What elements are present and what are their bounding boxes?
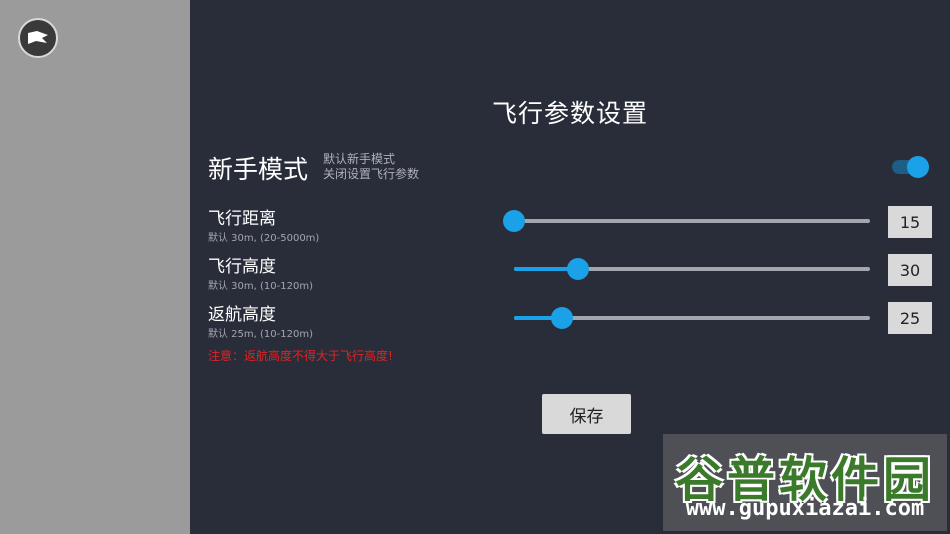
return-height-value[interactable]: 25 — [888, 302, 932, 334]
page-title: 飞行参数设置 — [491, 99, 648, 128]
save-button[interactable]: 保存 — [542, 394, 631, 434]
height-warning-text: 注意：返航高度不得大于飞行高度! — [208, 349, 393, 363]
watermark: 谷普软件园 www.gupuxiazai.com — [663, 434, 947, 531]
return-height-slider[interactable] — [508, 306, 870, 330]
watermark-url: www.gupuxiazai.com — [685, 496, 925, 521]
beginner-mode-label: 新手模式 — [208, 155, 309, 184]
flag-back-icon — [28, 31, 48, 44]
beginner-mode-description: 默认新手模式 关闭设置飞行参数 — [323, 152, 419, 182]
left-sidebar — [0, 0, 190, 534]
beginner-mode-desc-line1: 默认新手模式 — [323, 152, 396, 166]
flight-height-value[interactable]: 30 — [888, 254, 932, 286]
flight-height-slider[interactable] — [508, 257, 870, 281]
flight-distance-hint: 默认 30m, (20-5000m) — [208, 233, 320, 244]
slider-knob[interactable] — [503, 210, 525, 232]
beginner-mode-toggle[interactable] — [890, 155, 930, 179]
flight-height-label: 飞行高度 — [208, 257, 276, 277]
flight-distance-slider[interactable] — [503, 209, 870, 233]
flight-height-hint: 默认 30m, (10-120m) — [208, 281, 313, 292]
slider-knob[interactable] — [551, 307, 574, 329]
toggle-thumb — [907, 156, 929, 178]
flight-distance-label: 飞行距离 — [208, 209, 276, 229]
beginner-mode-desc-line2: 关闭设置飞行参数 — [323, 167, 420, 181]
flight-distance-value[interactable]: 15 — [888, 206, 932, 238]
slider-knob[interactable] — [567, 258, 590, 280]
back-button[interactable] — [18, 18, 58, 58]
slider-rail — [514, 219, 870, 223]
return-height-hint: 默认 25m, (10-120m) — [208, 329, 313, 340]
return-height-label: 返航高度 — [208, 305, 276, 325]
